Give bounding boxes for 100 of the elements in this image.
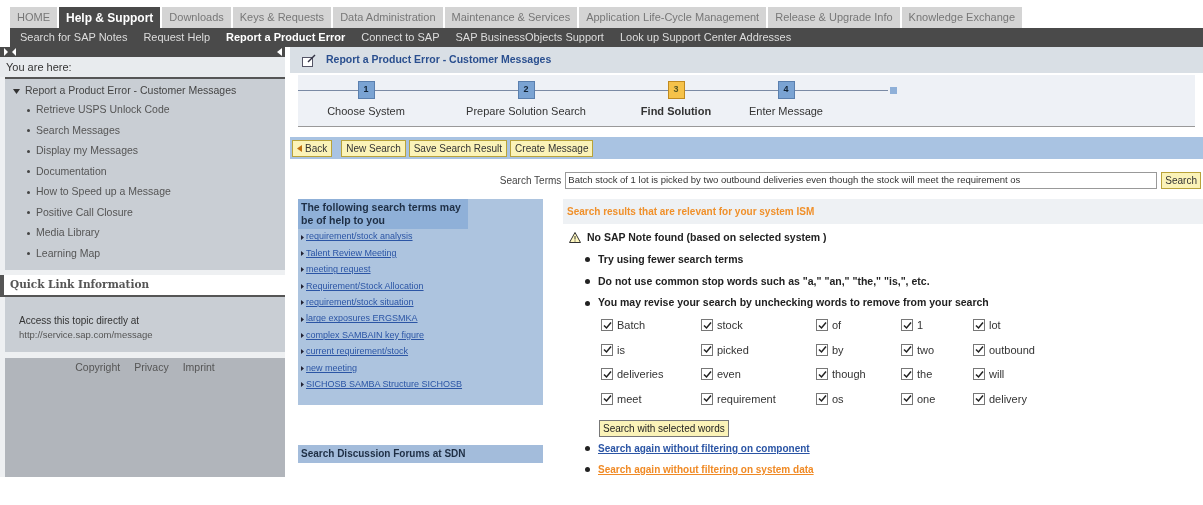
sub-nav-link[interactable]: Search for SAP Notes: [20, 29, 128, 46]
footer-link[interactable]: Imprint: [182, 360, 215, 477]
top-tab[interactable]: Knowledge Exchange: [901, 7, 1023, 28]
footer-link[interactable]: Copyright: [75, 360, 121, 477]
toolbar-button[interactable]: New Search: [341, 139, 406, 157]
checkbox[interactable]: [701, 319, 713, 332]
suggestion-link[interactable]: large exposures ERGSMKA: [306, 312, 418, 326]
checkbox[interactable]: [901, 392, 913, 405]
top-tab[interactable]: Keys & Requests: [232, 7, 332, 28]
tip-text: You may revise your search by unchecking words to remove from your search: [598, 295, 989, 311]
checkbox[interactable]: [973, 392, 985, 405]
search-again-link[interactable]: Search again without filtering on component: [598, 441, 810, 456]
checkbox[interactable]: [973, 319, 985, 332]
checkmark-icon: [902, 345, 912, 355]
collapse-arrows-icon[interactable]: [3, 48, 17, 56]
tip-text: Do not use common stop words such as "a," "an," "the," "is,", etc.: [598, 273, 930, 289]
link-arrow-icon: [301, 365, 304, 371]
suggestion-link[interactable]: Requirement/Stock Allocation: [306, 279, 424, 294]
checkbox[interactable]: [601, 392, 613, 405]
checkbox[interactable]: [973, 343, 985, 356]
bullet-icon: [27, 231, 30, 235]
sub-nav-link[interactable]: Request Help: [143, 29, 211, 46]
tree-item[interactable]: How to Speed up a Message: [36, 184, 171, 201]
tree-item[interactable]: Learning Map: [36, 245, 101, 262]
tree-item[interactable]: Documentation: [36, 163, 107, 180]
top-tab[interactable]: Downloads: [162, 7, 231, 28]
back-button[interactable]: Back: [292, 139, 333, 157]
footer-link[interactable]: Privacy: [134, 360, 169, 477]
tree-item[interactable]: Display my Messages: [36, 143, 139, 160]
checkbox[interactable]: [901, 343, 913, 356]
top-tab[interactable]: Maintenance & Services: [444, 7, 578, 28]
checkbox[interactable]: [816, 368, 828, 381]
top-tab[interactable]: Data Administration: [333, 7, 443, 28]
checkmark-icon: [702, 320, 712, 330]
tree-item[interactable]: Retrieve USPS Unlock Code: [36, 102, 170, 119]
top-tab[interactable]: Release & Upgrade Info: [768, 7, 900, 28]
checkmark-icon: [817, 320, 827, 330]
warning-icon: [569, 232, 581, 244]
suggestion-link[interactable]: new meeting: [306, 361, 358, 376]
checkmark-icon: [602, 345, 612, 355]
checkmark-icon: [602, 320, 612, 330]
bullet-icon: [585, 467, 590, 472]
checkbox[interactable]: [601, 343, 613, 356]
search-button[interactable]: Search: [1161, 171, 1201, 189]
checkbox[interactable]: [701, 343, 713, 356]
checkbox-label: meet: [617, 391, 642, 407]
step-number: 4: [777, 81, 795, 99]
checkmark-icon: [974, 320, 984, 330]
tree-item[interactable]: Positive Call Closure: [36, 204, 133, 221]
checkmark-icon: [817, 345, 827, 355]
toolbar-button[interactable]: Create Message: [510, 139, 594, 157]
forums-header: Search Discussion Forums at SDN: [298, 444, 543, 463]
tree-item[interactable]: Report a Product Error - Customer Messages: [25, 83, 237, 99]
checkbox[interactable]: [816, 343, 828, 356]
suggestion-link[interactable]: current requirement/stock: [306, 345, 409, 359]
search-terms-label: Search Terms: [499, 173, 562, 188]
results-title: Search results that are relevant for your system ISM: [563, 199, 1203, 224]
top-tab[interactable]: Help & Support: [59, 7, 161, 28]
sub-nav-link[interactable]: Connect to SAP: [361, 29, 440, 46]
page-title: Report a Product Error - Customer Messages: [326, 52, 552, 68]
search-field[interactable]: Batch stock of 1 lot is picked by two outbound deliveries even though the stock will meet the requirement os: [565, 171, 1158, 189]
checkmark-icon: [702, 345, 712, 355]
checkbox[interactable]: [701, 392, 713, 405]
checkbox[interactable]: [901, 368, 913, 381]
checkbox[interactable]: [816, 319, 828, 332]
tree-item[interactable]: Media Library: [36, 225, 100, 242]
link-arrow-icon: [301, 251, 304, 257]
checkbox[interactable]: [816, 392, 828, 405]
checkbox[interactable]: [601, 319, 613, 332]
sub-nav-link[interactable]: Report a Product Error: [226, 29, 346, 46]
checkbox[interactable]: [901, 319, 913, 332]
collapse-arrow-icon[interactable]: [277, 48, 282, 56]
checkbox-label: will: [989, 367, 1005, 382]
bullet-icon: [27, 149, 30, 153]
top-tab[interactable]: Application Life-Cycle Management: [579, 7, 767, 28]
bullet-icon: [585, 257, 590, 263]
top-tab[interactable]: HOME: [10, 7, 57, 28]
expand-triangle-icon[interactable]: [13, 87, 20, 95]
suggestion-link[interactable]: requirement/stock analysis: [306, 230, 413, 244]
checkmark-icon: [902, 320, 912, 330]
toolbar-button[interactable]: Save Search Result: [408, 139, 508, 157]
checkbox-label: two: [917, 342, 935, 358]
checkbox[interactable]: [701, 368, 713, 381]
step-label: Find Solution: [640, 104, 712, 119]
sub-nav-link[interactable]: Look up Support Center Addresses: [619, 29, 792, 46]
tree-item[interactable]: Search Messages: [36, 122, 121, 139]
checkbox[interactable]: [601, 368, 613, 381]
sub-nav-link[interactable]: SAP BusinessObjects Support: [455, 29, 604, 46]
suggestion-link[interactable]: complex SAMBAIN key figure: [306, 328, 425, 343]
suggestion-link[interactable]: meeting request: [306, 263, 371, 277]
suggestion-link[interactable]: Talent Review Meeting: [306, 246, 397, 261]
search-again-link[interactable]: Search again without filtering on system data: [598, 462, 814, 477]
checkmark-icon: [902, 369, 912, 379]
search-selected-button[interactable]: Search with selected words: [599, 420, 729, 437]
suggestion-link[interactable]: requirement/stock situation: [306, 296, 414, 310]
checkbox[interactable]: [973, 368, 985, 381]
checkmark-icon: [974, 345, 984, 355]
bullet-icon: [27, 252, 30, 256]
suggestion-link[interactable]: SICHOSB SAMBA Structure SICHOSB: [306, 377, 463, 392]
checkmark-icon: [702, 369, 712, 379]
